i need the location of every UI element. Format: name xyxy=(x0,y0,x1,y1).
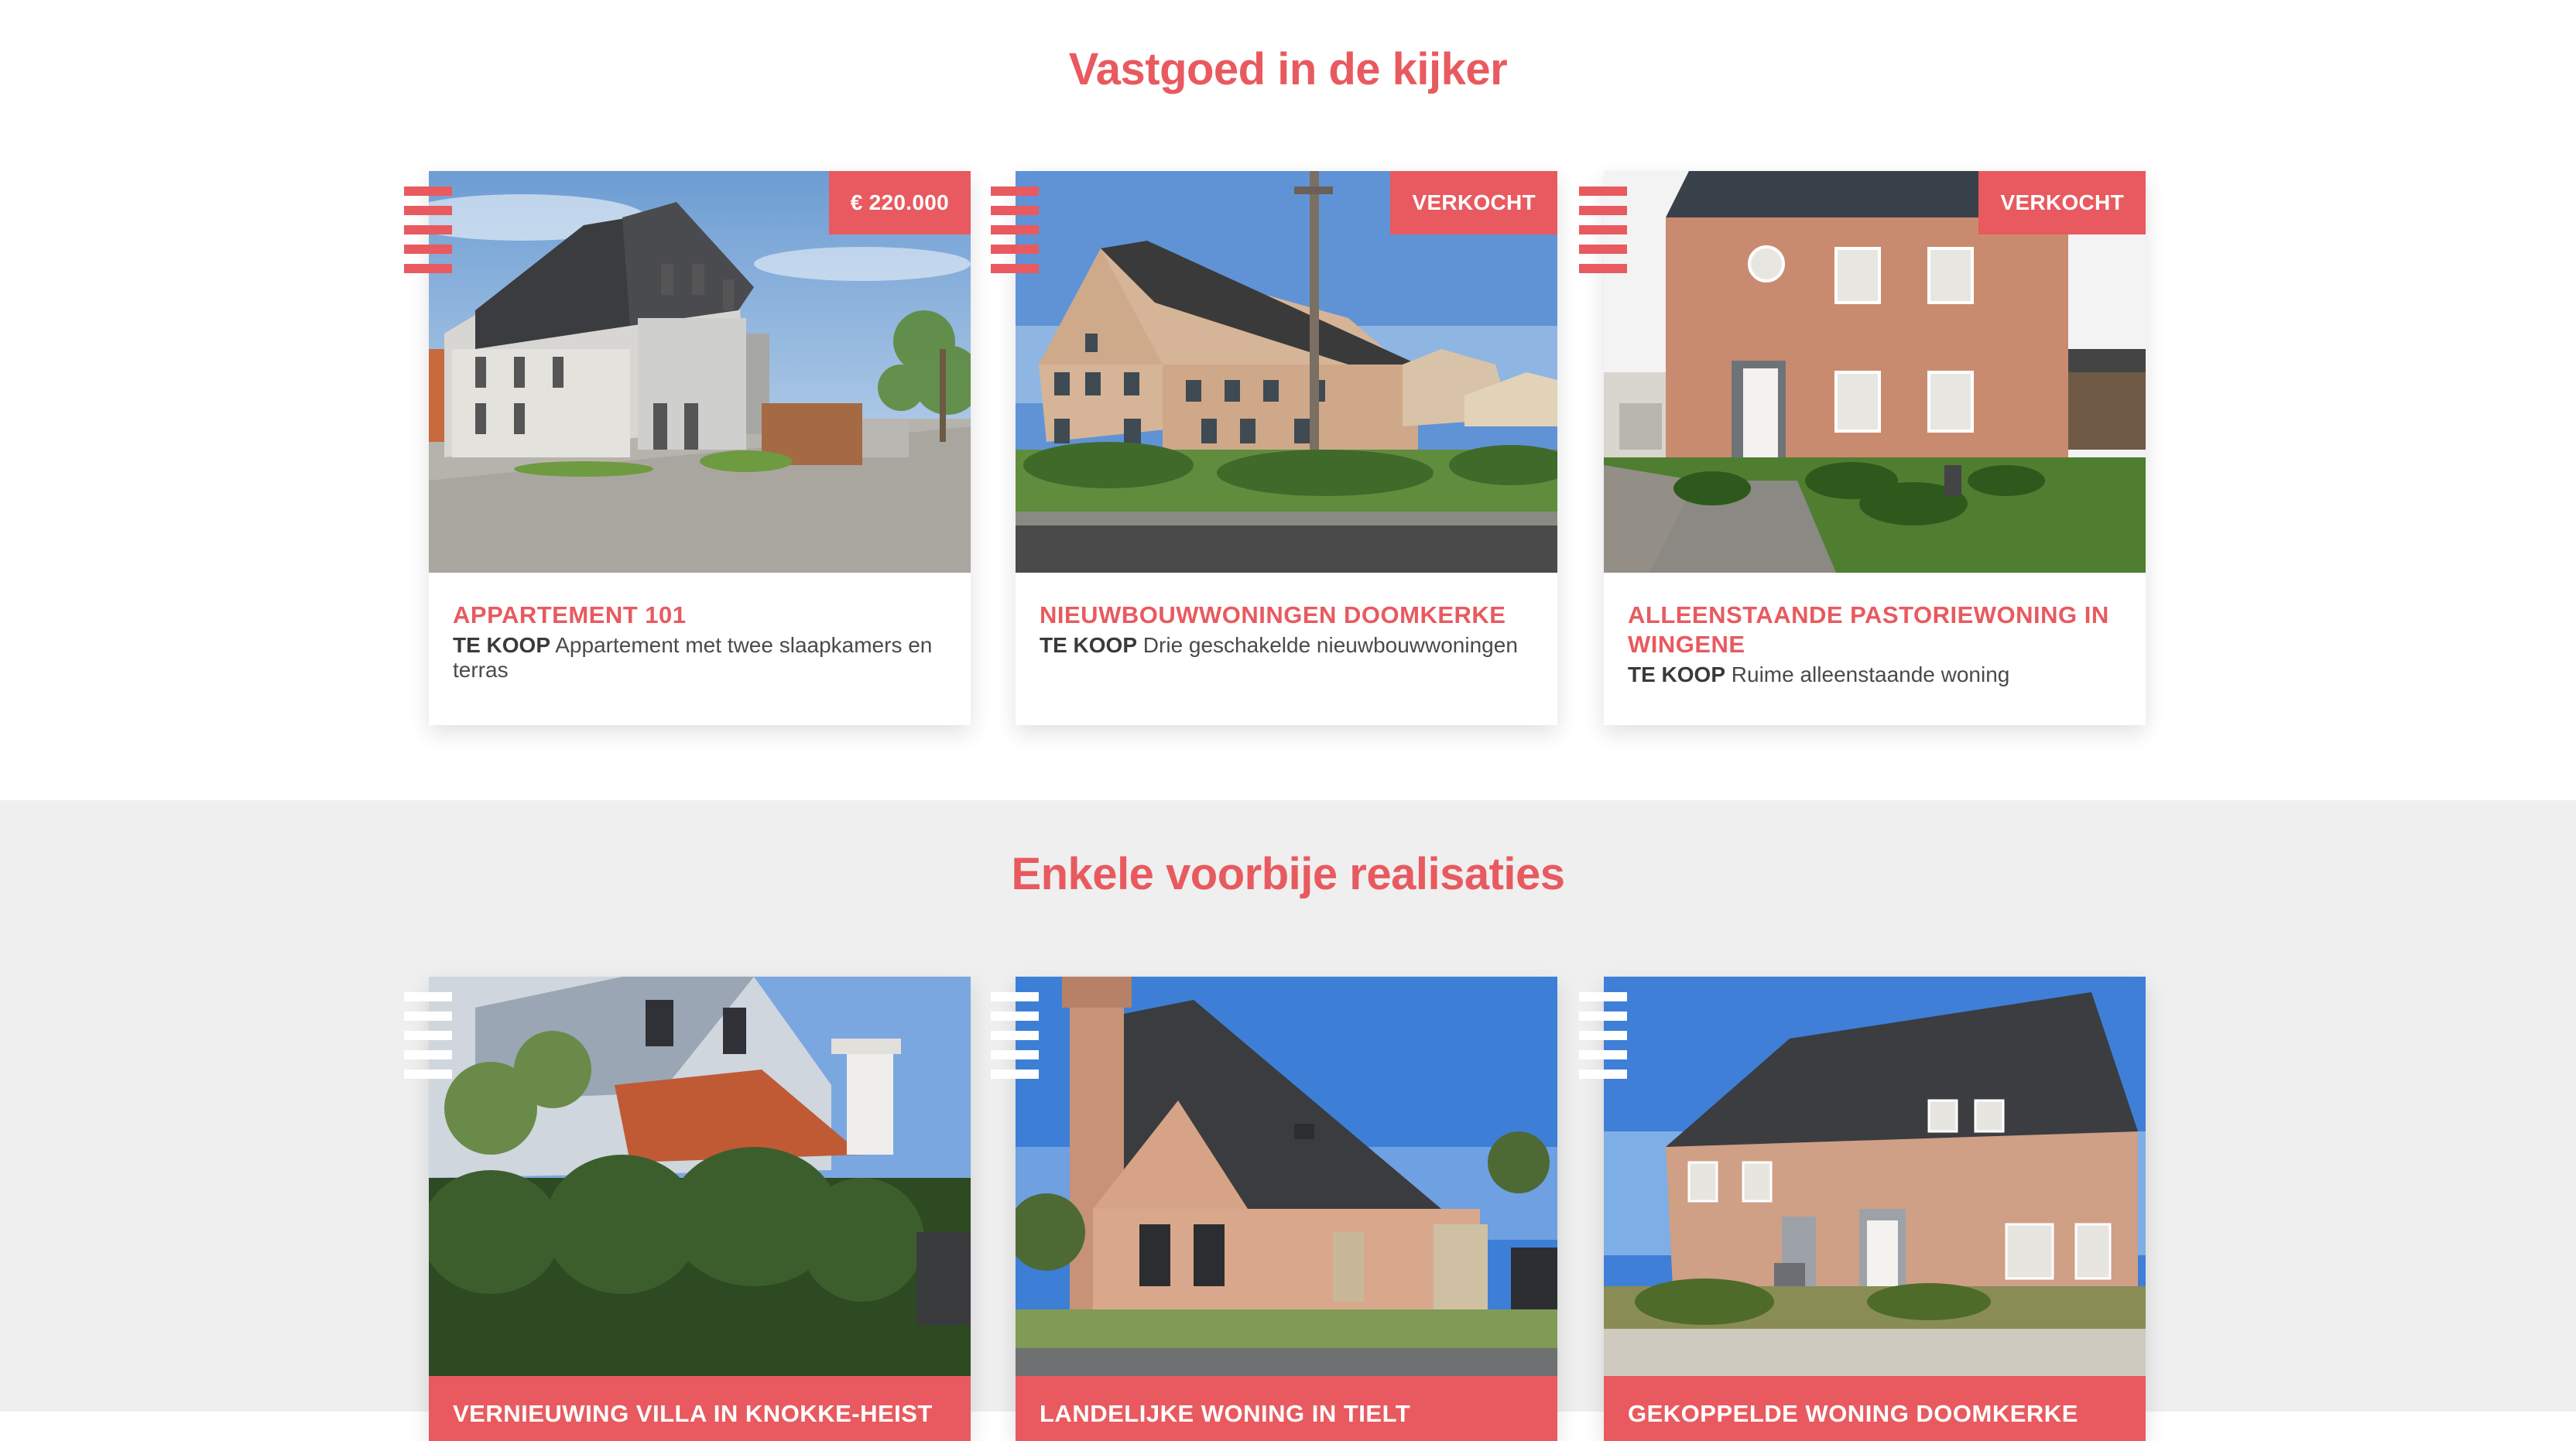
card-title[interactable]: APPARTEMENT 101 xyxy=(453,601,947,630)
semi-detached-image xyxy=(1604,977,2146,1376)
realisations-section: Enkele voorbije realisaties VERNIEUWING … xyxy=(0,800,2576,1441)
card-title-bar[interactable]: GEKOPPELDE WONING DOOMKERKE xyxy=(1604,1376,2146,1441)
realisation-card[interactable]: VERNIEUWING VILLA IN KNOKKE-HEIST xyxy=(404,977,971,1441)
status-label: TE KOOP xyxy=(1040,633,1138,657)
card-description: TE KOOP Drie geschakelde nieuwbouwwoning… xyxy=(1040,633,1534,658)
menu-stripes-icon xyxy=(404,992,452,1079)
description-text: Drie geschakelde nieuwbouwwoningen xyxy=(1142,633,1518,657)
card-title[interactable]: ALLEENSTAANDE PASTORIEWONING IN WINGENE xyxy=(1628,601,2122,659)
card-body: NIEUWBOUWWONINGEN DOOMKERKE TE KOOP Drie… xyxy=(1040,601,1534,658)
realisation-photo[interactable] xyxy=(1604,977,2146,1376)
menu-stripes-icon xyxy=(404,187,452,273)
realisation-photo[interactable] xyxy=(429,977,971,1376)
card-title-bar[interactable]: LANDELIJKE WONING IN TIELT xyxy=(1016,1376,1557,1441)
card-description: TE KOOP Appartement met twee slaapkamers… xyxy=(453,633,947,683)
realisation-card[interactable]: LANDELIJKE WONING IN TIELT xyxy=(991,977,1557,1441)
status-label: TE KOOP xyxy=(1628,662,1726,686)
menu-stripes-icon xyxy=(1579,187,1627,273)
villa-hedge-image xyxy=(429,977,971,1376)
featured-section: Vastgoed in de kijker € 220.000 APPARTEM… xyxy=(0,0,2576,800)
menu-stripes-icon xyxy=(1579,992,1627,1079)
sold-badge: VERKOCHT xyxy=(1390,171,1557,234)
realisation-card[interactable]: GEKOPPELDE WONING DOOMKERKE xyxy=(1579,977,2146,1441)
card-title[interactable]: NIEUWBOUWWONINGEN DOOMKERKE xyxy=(1040,601,1534,630)
sold-badge: VERKOCHT xyxy=(1978,171,2146,234)
property-card[interactable]: VERKOCHT ALLEENSTAANDE PASTORIEWONING IN… xyxy=(1579,171,2146,725)
card-title[interactable]: GEKOPPELDE WONING DOOMKERKE xyxy=(1628,1399,2122,1429)
card-body: APPARTEMENT 101 TE KOOP Appartement met … xyxy=(453,601,947,683)
card-title-bar[interactable]: VERNIEUWING VILLA IN KNOKKE-HEIST xyxy=(429,1376,971,1441)
card-title[interactable]: VERNIEUWING VILLA IN KNOKKE-HEIST xyxy=(453,1399,947,1429)
description-text: Ruime alleenstaande woning xyxy=(1731,662,2010,686)
menu-stripes-icon xyxy=(991,992,1039,1079)
status-label: TE KOOP xyxy=(453,633,551,657)
country-house-image xyxy=(1016,977,1557,1376)
section-title-featured: Vastgoed in de kijker xyxy=(1068,44,1508,94)
card-body: ALLEENSTAANDE PASTORIEWONING IN WINGENE … xyxy=(1628,601,2122,687)
featured-cards: € 220.000 APPARTEMENT 101 TE KOOP Appart… xyxy=(404,171,2147,725)
card-description: TE KOOP Ruime alleenstaande woning xyxy=(1628,662,2122,687)
card-title[interactable]: LANDELIJKE WONING IN TIELT xyxy=(1040,1399,1534,1429)
price-badge: € 220.000 xyxy=(828,171,971,234)
property-card[interactable]: € 220.000 APPARTEMENT 101 TE KOOP Appart… xyxy=(404,171,971,725)
menu-stripes-icon xyxy=(991,187,1039,273)
realisation-cards: VERNIEUWING VILLA IN KNOKKE-HEIST LANDEL… xyxy=(404,977,2147,1441)
section-title-realisations: Enkele voorbije realisaties xyxy=(1011,849,1565,899)
realisation-photo[interactable] xyxy=(1016,977,1557,1376)
property-card[interactable]: VERKOCHT NIEUWBOUWWONINGEN DOOMKERKE TE … xyxy=(991,171,1557,725)
